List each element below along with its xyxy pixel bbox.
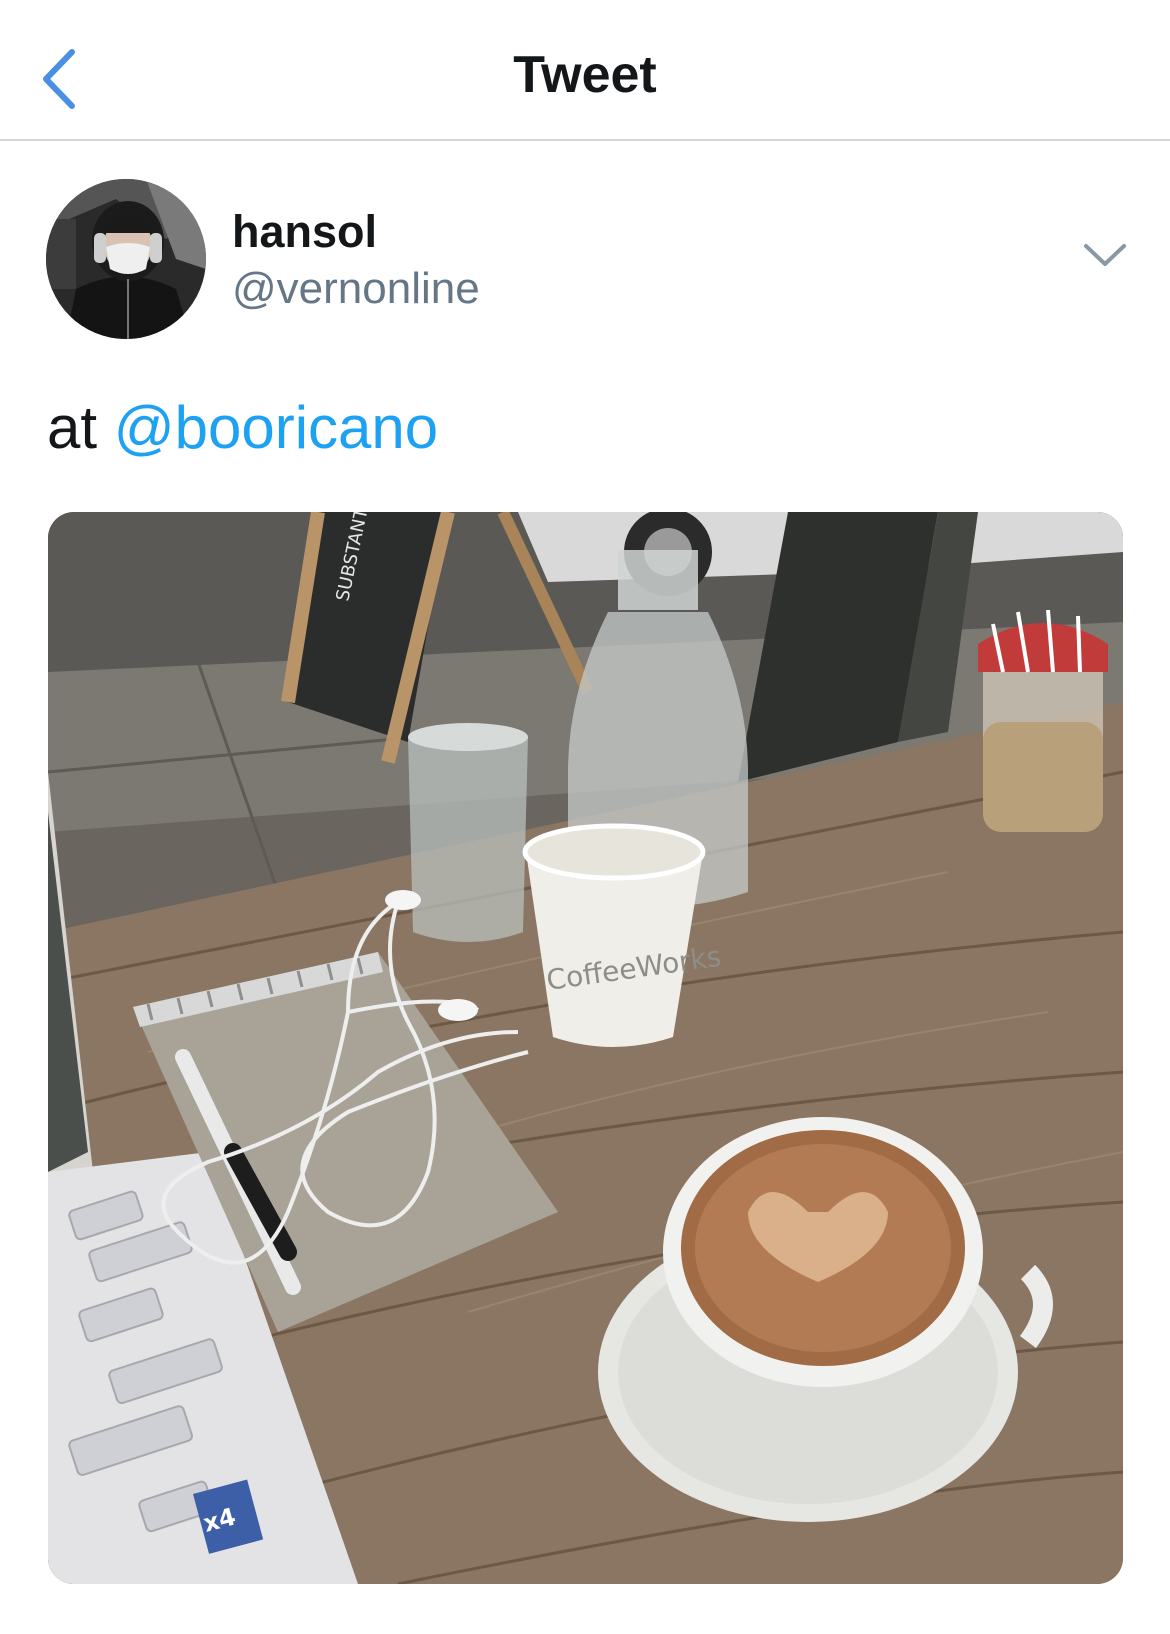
author-display-name[interactable]: hansol [232,205,377,259]
page-title: Tweet [513,46,657,104]
avatar[interactable] [46,179,206,339]
tweet-text-prefix: at [47,394,98,461]
more-options-button[interactable] [1080,236,1130,276]
tweet-photo[interactable]: SUBSTANTIAL COFFEE [48,512,1123,1584]
mention-link[interactable]: @booricano [114,394,438,461]
navigation-bar: Tweet [0,0,1170,141]
tweet-text: at @booricano [47,392,438,464]
chevron-down-icon [1084,244,1126,266]
author-handle[interactable]: @vernonline [232,262,480,316]
avatar-image [46,179,206,339]
coffee-table-photo: SUBSTANTIAL COFFEE [48,512,1123,1584]
